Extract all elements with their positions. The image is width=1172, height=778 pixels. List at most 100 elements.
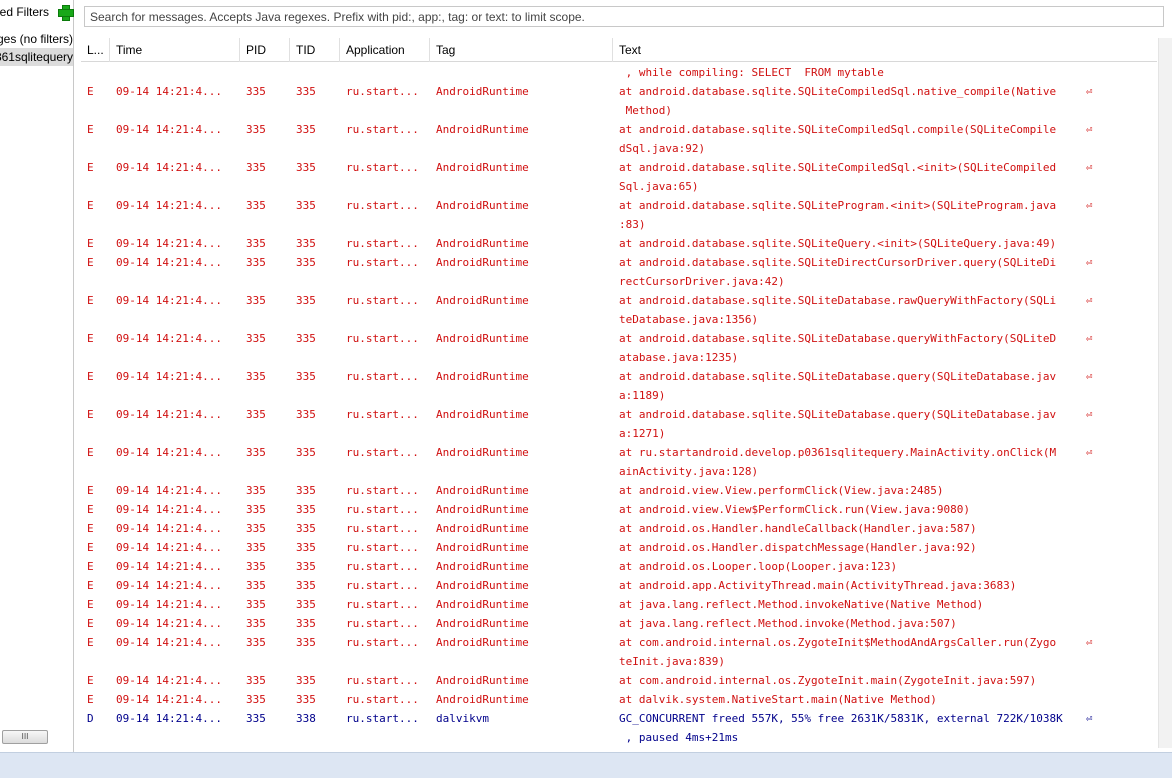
log-tag-cell: dalvikvm: [436, 712, 489, 725]
filter-item-label: All messages (no filters): [0, 32, 73, 46]
log-application-cell: ru.start...: [346, 712, 419, 725]
log-level-cell: E: [87, 674, 94, 687]
log-application-cell: ru.start...: [346, 598, 419, 611]
log-row[interactable]: E 09-14 14:21:4... 335 335 ru.start... Androi…: [81, 671, 1157, 690]
log-text-cell: at ru.startandroid.develop.p0361sqlitequ…: [619, 443, 1056, 481]
log-text-cell: at android.database.sqlite.SQLiteDatabas…: [619, 405, 1056, 443]
log-row[interactable]: , while compiling: SELECT FROM mytable: [81, 63, 1157, 82]
log-tid-cell: 335: [296, 598, 316, 611]
log-pid-cell: 335: [246, 199, 266, 212]
log-row[interactable]: E 09-14 14:21:4... 335 335 ru.start... Androi…: [81, 595, 1157, 614]
log-row[interactable]: E 09-14 14:21:4... 335 335 ru.start... Androi…: [81, 120, 1157, 158]
log-text-line: Method): [619, 104, 672, 117]
log-tid-cell: 335: [296, 522, 316, 535]
column-header-time[interactable]: Time: [110, 38, 240, 62]
log-time-cell: 09-14 14:21:4...: [116, 503, 222, 516]
log-tid-cell: 335: [296, 199, 316, 212]
log-application-cell: ru.start...: [346, 522, 419, 535]
log-text-line: at android.view.View.performClick(View.j…: [619, 484, 944, 497]
log-text-cell: at java.lang.reflect.Method.invokeNative…: [619, 595, 983, 614]
log-time-cell: 09-14 14:21:4...: [116, 408, 222, 421]
log-row[interactable]: E 09-14 14:21:4... 335 335 ru.start... Androi…: [81, 253, 1157, 291]
log-pid-cell: 335: [246, 522, 266, 535]
log-row[interactable]: E 09-14 14:21:4... 335 335 ru.start... Androi…: [81, 519, 1157, 538]
log-row[interactable]: E 09-14 14:21:4... 335 335 ru.start... Androi…: [81, 614, 1157, 633]
log-text-cell: at android.os.Looper.loop(Looper.java:12…: [619, 557, 897, 576]
column-header-level[interactable]: L...: [81, 38, 110, 62]
line-wrap-icon: ⏎: [1086, 161, 1093, 174]
log-row[interactable]: E 09-14 14:21:4... 335 335 ru.start... Androi…: [81, 576, 1157, 595]
log-pid-cell: 335: [246, 579, 266, 592]
log-row[interactable]: E 09-14 14:21:4... 335 335 ru.start... Androi…: [81, 500, 1157, 519]
log-text-line: at android.os.Handler.dispatchMessage(Ha…: [619, 541, 977, 554]
log-row[interactable]: E 09-14 14:21:4... 335 335 ru.start... Androi…: [81, 690, 1157, 709]
log-tid-cell: 335: [296, 617, 316, 630]
log-pid-cell: 335: [246, 503, 266, 516]
log-tid-cell: 335: [296, 237, 316, 250]
log-time-cell: 09-14 14:21:4...: [116, 598, 222, 611]
log-application-cell: ru.start...: [346, 636, 419, 649]
log-row[interactable]: E 09-14 14:21:4... 335 335 ru.start... Androi…: [81, 633, 1157, 671]
log-time-cell: 09-14 14:21:4...: [116, 294, 222, 307]
log-row[interactable]: E 09-14 14:21:4... 335 335 ru.start... Androi…: [81, 443, 1157, 481]
log-time-cell: 09-14 14:21:4...: [116, 123, 222, 136]
log-row[interactable]: E 09-14 14:21:4... 335 335 ru.start... Androi…: [81, 367, 1157, 405]
log-tid-cell: 335: [296, 636, 316, 649]
line-wrap-icon: ⏎: [1086, 294, 1093, 307]
vertical-scrollbar[interactable]: [1158, 38, 1172, 748]
log-pid-cell: 335: [246, 674, 266, 687]
log-tag-cell: AndroidRuntime: [436, 693, 529, 706]
log-level-cell: E: [87, 503, 94, 516]
log-row[interactable]: E 09-14 14:21:4... 335 335 ru.start... Androi…: [81, 234, 1157, 253]
log-pid-cell: 335: [246, 598, 266, 611]
log-level-cell: E: [87, 560, 94, 573]
log-text-cell: at android.database.sqlite.SQLiteCompile…: [619, 120, 1056, 158]
log-row[interactable]: E 09-14 14:21:4... 335 335 ru.start... Androi…: [81, 538, 1157, 557]
log-row[interactable]: D 09-14 14:21:4... 335 338 ru.start... dalvik…: [81, 709, 1157, 747]
column-header-tag[interactable]: Tag: [430, 38, 613, 62]
log-tag-cell: AndroidRuntime: [436, 370, 529, 383]
log-pid-cell: 335: [246, 123, 266, 136]
log-tag-cell: AndroidRuntime: [436, 503, 529, 516]
log-level-cell: D: [87, 712, 94, 725]
log-row[interactable]: E 09-14 14:21:4... 335 335 ru.start... Androi…: [81, 196, 1157, 234]
log-text-line: at java.lang.reflect.Method.invoke(Metho…: [619, 617, 957, 630]
log-tag-cell: AndroidRuntime: [436, 617, 529, 630]
log-text-cell: at android.database.sqlite.SQLiteCompile…: [619, 82, 1056, 120]
log-row[interactable]: E 09-14 14:21:4... 335 335 ru.start... Androi…: [81, 291, 1157, 329]
log-text-line: at android.database.sqlite.SQLiteDatabas…: [619, 370, 1057, 383]
column-header-tid[interactable]: TID: [290, 38, 340, 62]
filter-item-all-messages[interactable]: All messages (no filters): [0, 30, 73, 48]
log-row[interactable]: E 09-14 14:21:4... 335 335 ru.start... Androi…: [81, 557, 1157, 576]
log-row[interactable]: E 09-14 14:21:4... 335 335 ru.start... Androi…: [81, 329, 1157, 367]
log-tag-cell: AndroidRuntime: [436, 256, 529, 269]
log-text-cell: at com.android.internal.os.ZygoteInit$Me…: [619, 633, 1056, 671]
horizontal-scrollbar-thumb[interactable]: III: [2, 730, 48, 744]
log-row[interactable]: E 09-14 14:21:4... 335 335 ru.start... Androi…: [81, 405, 1157, 443]
log-level-cell: E: [87, 237, 94, 250]
filter-item-label: ru.startandroid.develop.p0361sqlitequery: [0, 50, 73, 64]
log-text-cell: at android.os.Handler.handleCallback(Han…: [619, 519, 977, 538]
log-row[interactable]: E 09-14 14:21:4... 335 335 ru.start... Androi…: [81, 82, 1157, 120]
column-header-pid[interactable]: PID: [240, 38, 290, 62]
log-tid-cell: 335: [296, 503, 316, 516]
add-filter-plus-icon[interactable]: [57, 4, 74, 21]
log-text-cell: at android.database.sqlite.SQLiteDatabas…: [619, 291, 1056, 329]
log-text-line: at android.database.sqlite.SQLiteCompile…: [619, 123, 1057, 136]
log-level-cell: E: [87, 370, 94, 383]
filter-item-startandroid[interactable]: ru.startandroid.develop.p0361sqlitequery: [0, 48, 73, 66]
search-input[interactable]: [84, 6, 1164, 27]
log-level-cell: E: [87, 85, 94, 98]
column-header-application[interactable]: Application: [340, 38, 430, 62]
log-pid-cell: 335: [246, 560, 266, 573]
log-tag-cell: AndroidRuntime: [436, 636, 529, 649]
log-row[interactable]: E 09-14 14:21:4... 335 335 ru.start... Androi…: [81, 158, 1157, 196]
log-text-cell: at android.database.sqlite.SQLiteDatabas…: [619, 329, 1056, 367]
log-text-line: :83): [619, 218, 646, 231]
log-text-line: rectCursorDriver.java:42): [619, 275, 785, 288]
log-tag-cell: AndroidRuntime: [436, 541, 529, 554]
log-text-line: teDatabase.java:1356): [619, 313, 759, 326]
column-header-text[interactable]: Text: [613, 38, 1157, 62]
log-tag-cell: AndroidRuntime: [436, 408, 529, 421]
log-row[interactable]: E 09-14 14:21:4... 335 335 ru.start... Androi…: [81, 481, 1157, 500]
